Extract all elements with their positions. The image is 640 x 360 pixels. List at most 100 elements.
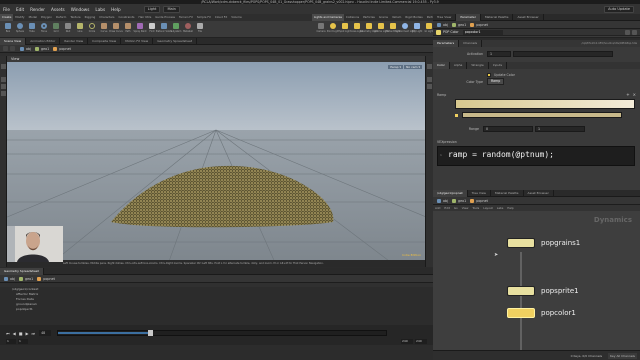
node-popgrains1[interactable]: popgrains1 (507, 238, 580, 248)
subtab-color[interactable]: Color (433, 62, 450, 69)
crumb-popnet-right[interactable]: popnet (470, 22, 488, 27)
start-frame-field[interactable]: 1 (6, 338, 16, 344)
shelf-tab[interactable]: Vellum (390, 14, 403, 21)
shelf-tab[interactable]: Grains (377, 14, 390, 21)
shelf-tab[interactable]: Lights and Cameras (312, 14, 344, 21)
play-reverse-icon[interactable]: ◀ (13, 331, 16, 336)
tool-box-button[interactable]: Box (3, 23, 13, 33)
persp-menu[interactable]: Persp ▾ (388, 65, 403, 69)
range-min-field[interactable]: 0 (483, 126, 533, 132)
shelf-tab[interactable]: Guide Process (153, 14, 177, 21)
popgrains-node-body[interactable] (507, 238, 535, 248)
tab-geometry-spreadsheet-bottom[interactable]: Geometry Spreadsheet (0, 267, 44, 275)
popcolor-node-body[interactable] (507, 308, 535, 318)
shelf-tab[interactable]: Volume (229, 14, 243, 21)
tab-parameters[interactable]: Parameters (433, 40, 460, 47)
scale-tool-icon[interactable] (1, 91, 6, 96)
shelf-tab[interactable]: Constraints (117, 14, 137, 21)
shelf-tab[interactable]: Characters (97, 14, 116, 21)
menu-assets[interactable]: Assets (51, 7, 65, 12)
range-max-field[interactable]: 1 (535, 126, 585, 132)
tab-channels[interactable]: Channels (459, 40, 483, 47)
desktop-combo[interactable]: Light (143, 5, 161, 13)
shelf-tab[interactable]: Texture (68, 14, 82, 21)
tool-camera-button[interactable]: Camera (316, 23, 326, 33)
menu-help[interactable]: Help (111, 7, 121, 12)
forward-arrow-icon[interactable] (10, 46, 15, 51)
tool-lsystem-button[interactable]: L-System (171, 23, 181, 33)
back-arrow-icon[interactable] (3, 46, 8, 51)
rotate-tool-icon[interactable] (1, 84, 6, 89)
node-popsprite1[interactable]: popsprite1 (507, 286, 579, 296)
remove-key-icon[interactable]: × (633, 92, 636, 97)
tab-tree-view[interactable]: Tree View (433, 13, 457, 21)
tool-path-button[interactable]: Path (123, 23, 133, 33)
tab-render-view[interactable]: Render View (60, 37, 89, 45)
crumb-obj-right[interactable]: obj (437, 22, 448, 27)
tab-asset-browser[interactable]: Asset Browser (513, 13, 544, 21)
add-key-icon[interactable]: + (626, 92, 629, 97)
crumb-geo1-right[interactable]: geo1 (452, 22, 466, 27)
tool-drawcurve-button[interactable]: Draw Curve (109, 23, 123, 33)
stop-icon[interactable]: ■ (19, 331, 23, 336)
tool-vollight-button[interactable]: Volume Light (374, 23, 389, 33)
tab-geometry-spreadsheet[interactable]: Geometry Spreadsheet (153, 37, 198, 45)
ramp-key-color-field[interactable] (462, 112, 622, 118)
tool-tube-button[interactable]: Tube (27, 23, 37, 33)
shelf-tab[interactable]: Hair Utils (136, 14, 153, 21)
tool-file-button[interactable]: File (195, 23, 205, 33)
menu-windows[interactable]: Windows (71, 7, 90, 12)
shelf-tab[interactable]: Terrain FX (177, 14, 195, 21)
frame-start-field[interactable]: 1 (18, 338, 28, 344)
crumb-obj-bottom[interactable]: obj (4, 276, 15, 281)
move-tool-icon[interactable] (1, 77, 6, 82)
timeline-track[interactable] (57, 330, 388, 336)
shelf-tab[interactable]: Rigging (83, 14, 98, 21)
build-combo[interactable]: Auto Update (604, 5, 634, 13)
viewport-right-toolbar[interactable] (425, 56, 433, 267)
tool-line-button[interactable]: Line (75, 23, 85, 33)
tab-composite-view[interactable]: Composite View (88, 37, 122, 45)
crumb-geo1-bottom[interactable]: geo1 (19, 276, 33, 281)
tool-torus-button[interactable]: Torus (39, 23, 49, 33)
activation-slider[interactable] (513, 51, 613, 57)
tool-grid-button[interactable]: Grid (51, 23, 61, 33)
skip-end-icon[interactable]: ⏭ (32, 331, 36, 336)
shelf-tab[interactable]: Model (27, 14, 39, 21)
ramp-gradient[interactable] (455, 99, 635, 109)
play-icon[interactable]: ▶ (25, 331, 28, 336)
tool-circle-button[interactable]: Circle (87, 23, 97, 33)
end-frame-field[interactable]: 240 (401, 338, 413, 344)
shading-icon[interactable] (427, 84, 432, 89)
menu-file[interactable]: File (3, 7, 10, 12)
tab-parameter[interactable]: Parameter (456, 13, 481, 21)
main-combo[interactable]: Main (163, 5, 180, 13)
shelf-tab[interactable]: Particles (361, 14, 377, 21)
menu-labs[interactable]: Labs (95, 7, 105, 12)
tab-animation-editor[interactable]: Animation Editor (26, 37, 61, 45)
network-editor[interactable]: /obj/geo1/popnet Tree View Material Pale… (433, 189, 640, 360)
playhead[interactable] (148, 330, 154, 336)
update-color-checkbox[interactable] (487, 72, 491, 77)
cam-menu[interactable]: No cam ▾ (404, 65, 422, 69)
ramp-key-marker[interactable] (455, 113, 458, 117)
popsprite-node-body[interactable] (507, 286, 535, 296)
tab-scene-view[interactable]: Scene View (0, 37, 27, 45)
shelf-tab[interactable]: Create (0, 14, 14, 21)
frame-field[interactable]: 48 (39, 330, 52, 336)
skip-start-icon[interactable]: ⏮ (6, 331, 10, 336)
scene-viewport[interactable]: Persp ▾ No cam ▾ Indie Edition (7, 62, 425, 267)
node-popcolor1[interactable]: popcolor1 (507, 308, 576, 318)
tool-platonic-button[interactable]: Platonic Solids (156, 23, 172, 33)
node-name-field[interactable]: popcolor1 (462, 29, 503, 35)
shelf-tab[interactable]: Cloud FX (213, 14, 229, 21)
tool-geolight-button[interactable]: Geometry Light (360, 23, 378, 33)
tool-envlight-button[interactable]: Environment Light (394, 23, 416, 33)
shelf-tab[interactable]: Polygon (39, 14, 54, 21)
shelf-tab[interactable]: Modify (13, 14, 26, 21)
shelf-tab[interactable]: Deform (54, 14, 68, 21)
key-all-button[interactable]: Key All Channels (608, 352, 637, 359)
display-options-icon[interactable] (427, 64, 432, 69)
vex-editor[interactable]: 1 ramp = random(@ptnum); (437, 146, 635, 166)
tree-row[interactable]: popobject1 (0, 307, 433, 312)
